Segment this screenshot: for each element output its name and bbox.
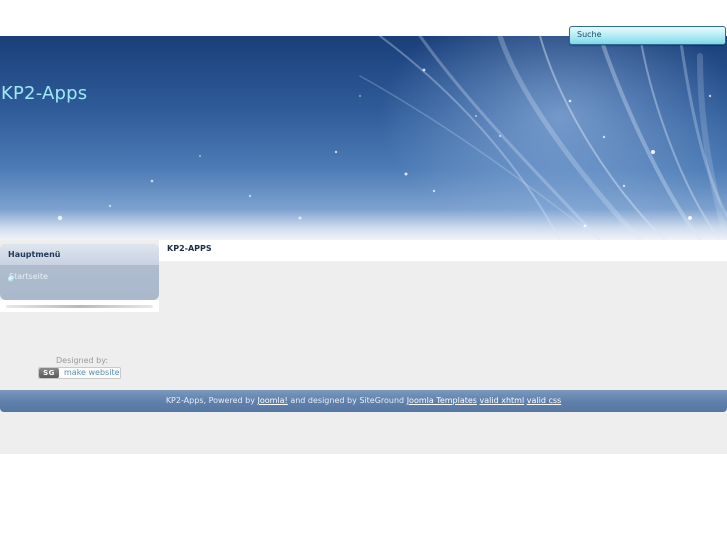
search-input[interactable]: Suche [569, 26, 726, 45]
footer-middle: and designed by SiteGround [290, 396, 405, 405]
header-light-streaks [57, 36, 727, 240]
main-menu-module-footer [0, 300, 159, 312]
header-banner: KP2-Apps [0, 36, 727, 240]
page-title: KP2-APPS [167, 244, 212, 253]
sidebar-item-startseite[interactable]: Startseite [9, 272, 48, 281]
siteground-logo-icon[interactable]: SG [39, 368, 59, 378]
joomla-link[interactable]: Joomla! [257, 396, 287, 405]
page: KP2-Apps Suche Hauptmenü Startseite KP2-… [0, 0, 727, 545]
valid-xhtml-link[interactable]: valid xhtml [480, 396, 525, 405]
main-menu-title: Hauptmenü [8, 250, 61, 259]
footer-credits: KP2-Apps, Powered by Joomla! and designe… [0, 396, 727, 405]
joomla-templates-link[interactable]: Joomla Templates [407, 396, 477, 405]
designed-by-label: Designed by: [56, 356, 109, 365]
make-website-link[interactable]: make website [64, 368, 120, 377]
divider [6, 305, 153, 308]
site-title[interactable]: KP2-Apps [1, 83, 87, 104]
content-header-strip [159, 240, 727, 261]
footer-prefix: KP2-Apps, Powered by [165, 396, 255, 405]
valid-css-link[interactable]: valid css [527, 396, 561, 405]
